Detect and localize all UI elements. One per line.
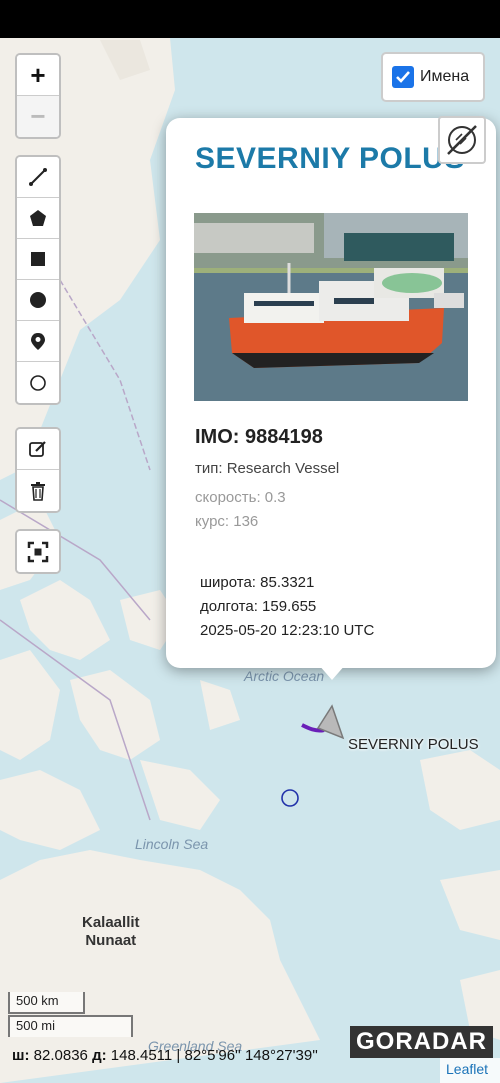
marker-icon [31,333,45,350]
goradar-logo: GORADAR [350,1026,493,1058]
vessel-marker[interactable] [298,702,346,742]
circle-marker[interactable] [280,788,300,808]
vessel-course: курс: 136 [195,513,259,530]
zoom-out-button[interactable]: − [17,96,59,137]
rectangle-icon [31,252,45,266]
draw-marker-button[interactable] [17,321,59,362]
scale-imperial: 500 mi [8,1015,133,1037]
dms-value: | 82°5'96'' 148°27'39'' [176,1047,318,1064]
scale-metric-label: 500 km [8,992,85,1014]
fullscreen-control [15,529,61,574]
lat-prefix: ш: [12,1047,30,1064]
checkmark-icon [396,71,410,83]
fullscreen-icon [27,541,49,562]
zoom-in-button[interactable]: + [17,55,59,96]
names-checkbox[interactable] [392,66,414,88]
draw-polygon-button[interactable] [17,198,59,239]
draw-circle-button[interactable] [17,280,59,321]
scale-metric: 500 km [8,992,85,1014]
circle-outline-icon [30,374,46,391]
vessel-latitude: широта: 85.3321 [200,574,315,591]
lon-value: 148.4511 [110,1047,173,1064]
draw-circlemarker-button[interactable] [17,362,59,403]
names-toggle[interactable]: Имена [381,52,485,102]
leaflet-attribution-link[interactable]: Leaflet [440,1058,500,1083]
edit-layers-button[interactable] [17,429,59,470]
status-bar [0,0,500,38]
edit-toolbar [15,427,61,513]
popup-tip [318,664,346,680]
popup-close-button[interactable] [438,116,486,164]
vessel-arrow-icon [316,704,345,740]
polyline-icon [29,168,47,186]
vessel-speed: скорость: 0.3 [195,489,286,506]
draw-rectangle-button[interactable] [17,239,59,280]
vessel-type: тип: Research Vessel [195,460,340,477]
map-label-lincoln-sea: Lincoln Sea [135,836,209,852]
vessel-name: SEVERNIY POLUS [195,142,465,175]
vessel-marker-label: SEVERNIY POLUS [348,736,479,753]
draw-polyline-button[interactable] [17,157,59,198]
names-toggle-label: Имена [420,68,470,85]
circle-icon [30,292,46,308]
vessel-imo: IMO: 9884198 [195,426,323,448]
ruler-off-icon [447,125,477,155]
trash-icon [31,481,45,501]
polygon-icon [30,210,46,226]
cursor-coordinates: ш: 82.0836 д: 148.4511 | 82°5'96'' 148°2… [12,1047,318,1064]
zoom-control: + − [15,53,61,139]
fullscreen-button[interactable] [17,531,59,572]
delete-layers-button[interactable] [17,470,59,511]
lon-prefix: д: [92,1047,107,1064]
map-label-kalaallit-nunaat: Kalaallit Nunaat [82,914,140,949]
lat-value: 82.0836 [33,1047,88,1064]
vessel-timestamp: 2025-05-20 12:23:10 UTC [200,622,375,639]
map-label-arctic-ocean: Arctic Ocean [244,668,325,684]
scale-imperial-label: 500 mi [8,1015,133,1037]
vessel-longitude: долгота: 159.655 [200,598,317,615]
edit-icon [29,441,46,457]
draw-toolbar [15,155,61,405]
vessel-photo [194,213,468,401]
